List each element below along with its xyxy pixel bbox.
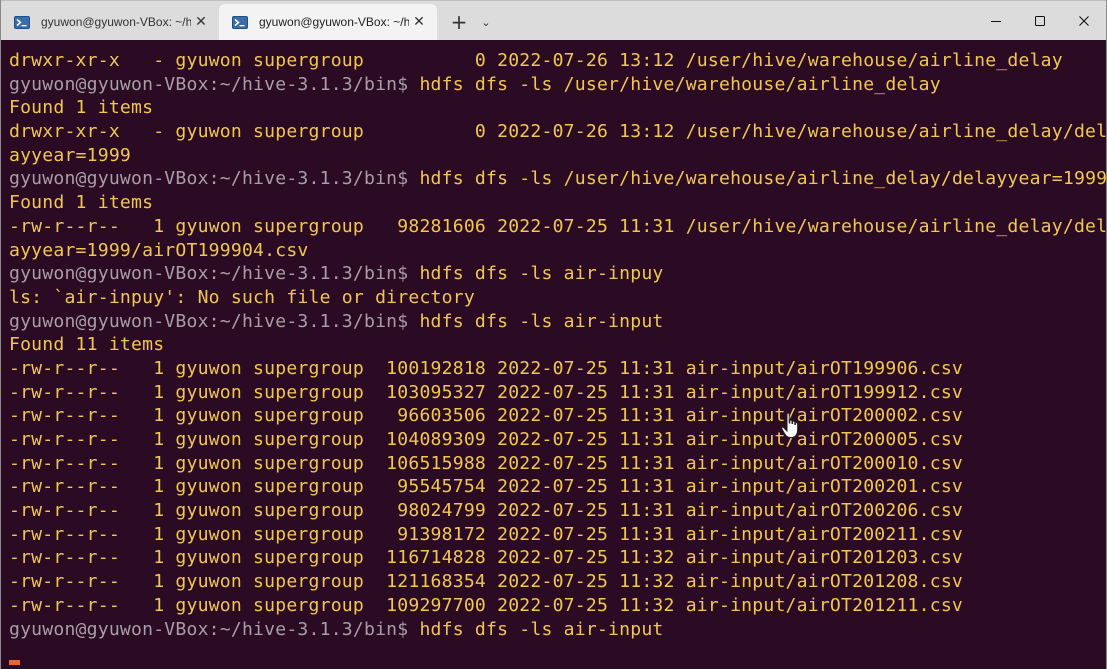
command-text: hdfs dfs -ls air-input [408,618,664,640]
terminal-line: ayyear=1999 [9,144,1106,168]
terminal-icon [231,15,249,29]
close-tab-icon[interactable]: ✕ [191,12,211,32]
output-text: drwxr-xr-x - gyuwon supergroup 0 2022-07… [9,121,1106,143]
shell-prompt: gyuwon@gyuwon-VBox:~/hive-3.1.3/bin$ [9,73,409,95]
terminal-line: gyuwon@gyuwon-VBox:~/hive-3.1.3/bin$ hdf… [9,262,1106,286]
output-text: -rw-r--r-- 1 gyuwon supergroup 109297700… [9,594,964,616]
hand-pointer-icon [781,412,799,438]
terminal-line: Found 1 items [9,96,1106,120]
terminal-line: gyuwon@gyuwon-VBox:~/hive-3.1.3/bin$ hdf… [9,167,1106,191]
output-text: -rw-r--r-- 1 gyuwon supergroup 91398172 … [9,523,964,545]
tab-label: gyuwon@gyuwon-VBox: ~/hiv [41,15,191,29]
output-text: Found 1 items [9,192,154,214]
output-text: -rw-r--r-- 1 gyuwon supergroup 121168354… [9,571,964,593]
terminal-line: gyuwon@gyuwon-VBox:~/hive-3.1.3/bin$ hdf… [9,618,1106,642]
output-text: ayyear=1999/airOT199904.csv [9,239,309,261]
terminal-line: ls: `air-inpuy': No such file or directo… [9,286,1106,310]
tab-dropdown-button[interactable]: ⌄ [475,4,497,40]
output-text: -rw-r--r-- 1 gyuwon supergroup 104089309… [9,429,964,450]
output-text: -rw-r--r-- 1 gyuwon supergroup 98281606 … [9,215,1106,237]
terminal-line: -rw-r--r-- 1 gyuwon supergroup 96603506 … [9,404,1106,428]
terminal-line: -rw-r--r-- 1 gyuwon supergroup 103095327… [9,381,1106,405]
shell-prompt: gyuwon@gyuwon-VBox:~/hive-3.1.3/bin$ [9,168,409,190]
maximize-icon [1035,16,1045,26]
terminal-line: -rw-r--r-- 1 gyuwon supergroup 95545754 … [9,475,1106,499]
tab-2[interactable]: gyuwon@gyuwon-VBox: ~/h ✕ [219,4,437,40]
output-text: drwxr-xr-x - gyuwon supergroup 0 2022-07… [9,50,1063,71]
output-text: -rw-r--r-- 1 gyuwon supergroup 96603506 … [9,405,964,427]
output-text: ayyear=1999 [9,144,132,166]
output-text: -rw-r--r-- 1 gyuwon supergroup 103095327… [9,381,964,403]
terminal-window: gyuwon@gyuwon-VBox: ~/hiv ✕ gyuwon@gyuwo… [0,0,1107,669]
output-text: -rw-r--r-- 1 gyuwon supergroup 100192818… [9,357,964,379]
terminal-line: -rw-r--r-- 1 gyuwon supergroup 106515988… [9,452,1106,476]
terminal-line: -rw-r--r-- 1 gyuwon supergroup 109297700… [9,594,1106,618]
close-icon [1079,16,1089,26]
command-text: hdfs dfs -ls air-inpuy [408,263,664,285]
text-cursor [9,660,20,665]
output-text: -rw-r--r-- 1 gyuwon supergroup 116714828… [9,547,964,569]
window-controls [974,1,1106,41]
close-window-button[interactable] [1062,1,1106,41]
terminal-line: -rw-r--r-- 1 gyuwon supergroup 91398172 … [9,523,1106,547]
command-text: hdfs dfs -ls /user/hive/warehouse/airlin… [408,168,1106,190]
command-text: hdfs dfs -ls air-input [408,310,664,332]
terminal-line: gyuwon@gyuwon-VBox:~/hive-3.1.3/bin$ hdf… [9,310,1106,334]
output-text: -rw-r--r-- 1 gyuwon supergroup 95545754 … [9,476,964,498]
title-bar: gyuwon@gyuwon-VBox: ~/hiv ✕ gyuwon@gyuwo… [1,0,1106,40]
minimize-button[interactable] [974,1,1018,41]
terminal-line: ayyear=1999/airOT199904.csv [9,239,1106,263]
tab-1[interactable]: gyuwon@gyuwon-VBox: ~/hiv ✕ [1,4,219,40]
output-text: Found 11 items [9,334,165,356]
terminal-line: gyuwon@gyuwon-VBox:~/hive-3.1.3/bin$ hdf… [9,73,1106,97]
terminal-icon [13,15,31,29]
output-text: -rw-r--r-- 1 gyuwon supergroup 106515988… [9,452,964,474]
output-text: -rw-r--r-- 1 gyuwon supergroup 98024799 … [9,500,964,522]
terminal-line: Found 1 items [9,191,1106,215]
maximize-button[interactable] [1018,1,1062,41]
terminal-line: -rw-r--r-- 1 gyuwon supergroup 104089309… [9,428,1106,452]
tab-label: gyuwon@gyuwon-VBox: ~/h [259,15,409,29]
minimize-icon [991,21,1001,22]
terminal-line: Found 11 items [9,333,1106,357]
terminal-line: drwxr-xr-x - gyuwon supergroup 0 2022-07… [9,49,1106,73]
shell-prompt: gyuwon@gyuwon-VBox:~/hive-3.1.3/bin$ [9,310,409,332]
terminal-line: drwxr-xr-x - gyuwon supergroup 0 2022-07… [9,120,1106,144]
shell-prompt: gyuwon@gyuwon-VBox:~/hive-3.1.3/bin$ [9,263,409,285]
terminal-output[interactable]: drwxr-xr-x - gyuwon supergroup 0 2022-07… [1,40,1106,669]
command-text: hdfs dfs -ls /user/hive/warehouse/airlin… [408,73,941,95]
terminal-line: -rw-r--r-- 1 gyuwon supergroup 98281606 … [9,215,1106,239]
terminal-line: -rw-r--r-- 1 gyuwon supergroup 98024799 … [9,499,1106,523]
close-tab-icon[interactable]: ✕ [409,12,429,32]
output-text: Found 1 items [9,97,154,119]
terminal-line: -rw-r--r-- 1 gyuwon supergroup 116714828… [9,546,1106,570]
terminal-line: -rw-r--r-- 1 gyuwon supergroup 100192818… [9,357,1106,381]
terminal-line: -rw-r--r-- 1 gyuwon supergroup 121168354… [9,570,1106,594]
new-tab-button[interactable]: + [443,4,475,40]
output-text: ls: `air-inpuy': No such file or directo… [9,286,475,308]
shell-prompt: gyuwon@gyuwon-VBox:~/hive-3.1.3/bin$ [9,618,409,640]
